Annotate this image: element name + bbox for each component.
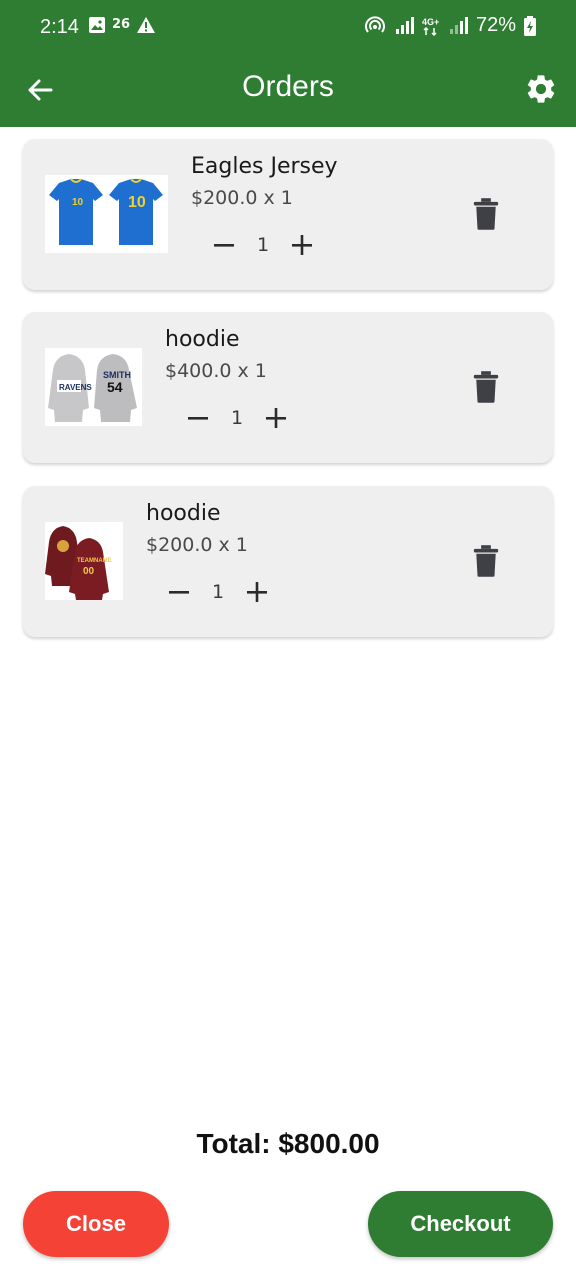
checkout-button[interactable]: Checkout [368,1191,553,1257]
page-title: Orders [242,70,334,103]
product-name: hoodie [165,327,240,352]
hoodie-image: TEAMNAME 00 [45,526,112,600]
status-left-icons: 26 [88,16,156,34]
svg-text:4G+: 4G+ [422,17,439,27]
decrease-button[interactable] [205,227,243,263]
svg-text:10: 10 [128,194,146,211]
product-image-hoodie-grey: RAVENS SMITH 54 [45,348,142,426]
product-name: Eagles Jersey [191,154,338,179]
jersey-image: 10 10 [49,178,163,245]
decrease-button[interactable] [179,400,217,436]
gallery-icon [89,17,105,33]
svg-text:TEAMNAME: TEAMNAME [77,558,112,564]
order-card: TEAMNAME 00 hoodie $200.0 x 1 1 [23,486,553,637]
signal-icon [395,16,414,34]
plus-icon [292,235,312,255]
plus-icon [266,408,286,428]
battery-percent: 72% [475,14,516,36]
notification-badge: 26 [112,17,131,32]
minus-icon [169,591,189,594]
top-bar: 2:14 26 4G+ 72% Orders [0,0,576,127]
close-button[interactable]: Close [23,1191,169,1257]
trash-icon[interactable] [471,544,501,578]
product-name: hoodie [146,501,221,526]
product-price: $200.0 x 1 [191,187,293,209]
trash-icon[interactable] [471,197,501,231]
warning-icon [137,17,156,33]
minus-icon [188,417,208,420]
product-price: $200.0 x 1 [146,534,248,556]
status-bar: 2:14 26 4G+ 72% [0,0,576,58]
svg-text:00: 00 [83,566,95,577]
svg-text:RAVENS: RAVENS [59,383,92,392]
status-time: 2:14 [40,16,79,38]
app-bar: Orders [0,58,576,127]
decrease-button[interactable] [160,574,198,610]
svg-text:10: 10 [72,197,84,208]
svg-text:54: 54 [107,379,123,395]
minus-icon [214,244,234,247]
signal-icon-2 [449,16,468,34]
hoodie-image: RAVENS SMITH 54 [48,354,137,422]
battery-icon [524,15,536,36]
increase-button[interactable] [283,227,321,263]
plus-icon [247,582,267,602]
increase-button[interactable] [238,574,276,610]
gear-icon[interactable] [524,72,558,106]
4g-icon: 4G+ [422,17,439,36]
product-price: $400.0 x 1 [165,360,267,382]
order-card: RAVENS SMITH 54 hoodie $400.0 x 1 1 [23,312,553,463]
status-right: 4G+ 72% [364,14,536,37]
product-image-jersey: 10 10 [45,175,168,253]
product-image-hoodie-maroon: TEAMNAME 00 [45,522,123,600]
quantity-stepper: 1 [179,400,295,436]
quantity-stepper: 1 [160,574,276,610]
quantity-value: 1 [230,407,244,429]
increase-button[interactable] [257,400,295,436]
quantity-stepper: 1 [205,227,321,263]
quantity-value: 1 [211,581,225,603]
order-total: Total: $800.00 [196,1128,380,1159]
hotspot-icon [365,15,385,33]
quantity-value: 1 [256,234,270,256]
order-card: 10 10 Eagles Jersey $200.0 x 1 1 [23,139,553,290]
trash-icon[interactable] [471,370,501,404]
